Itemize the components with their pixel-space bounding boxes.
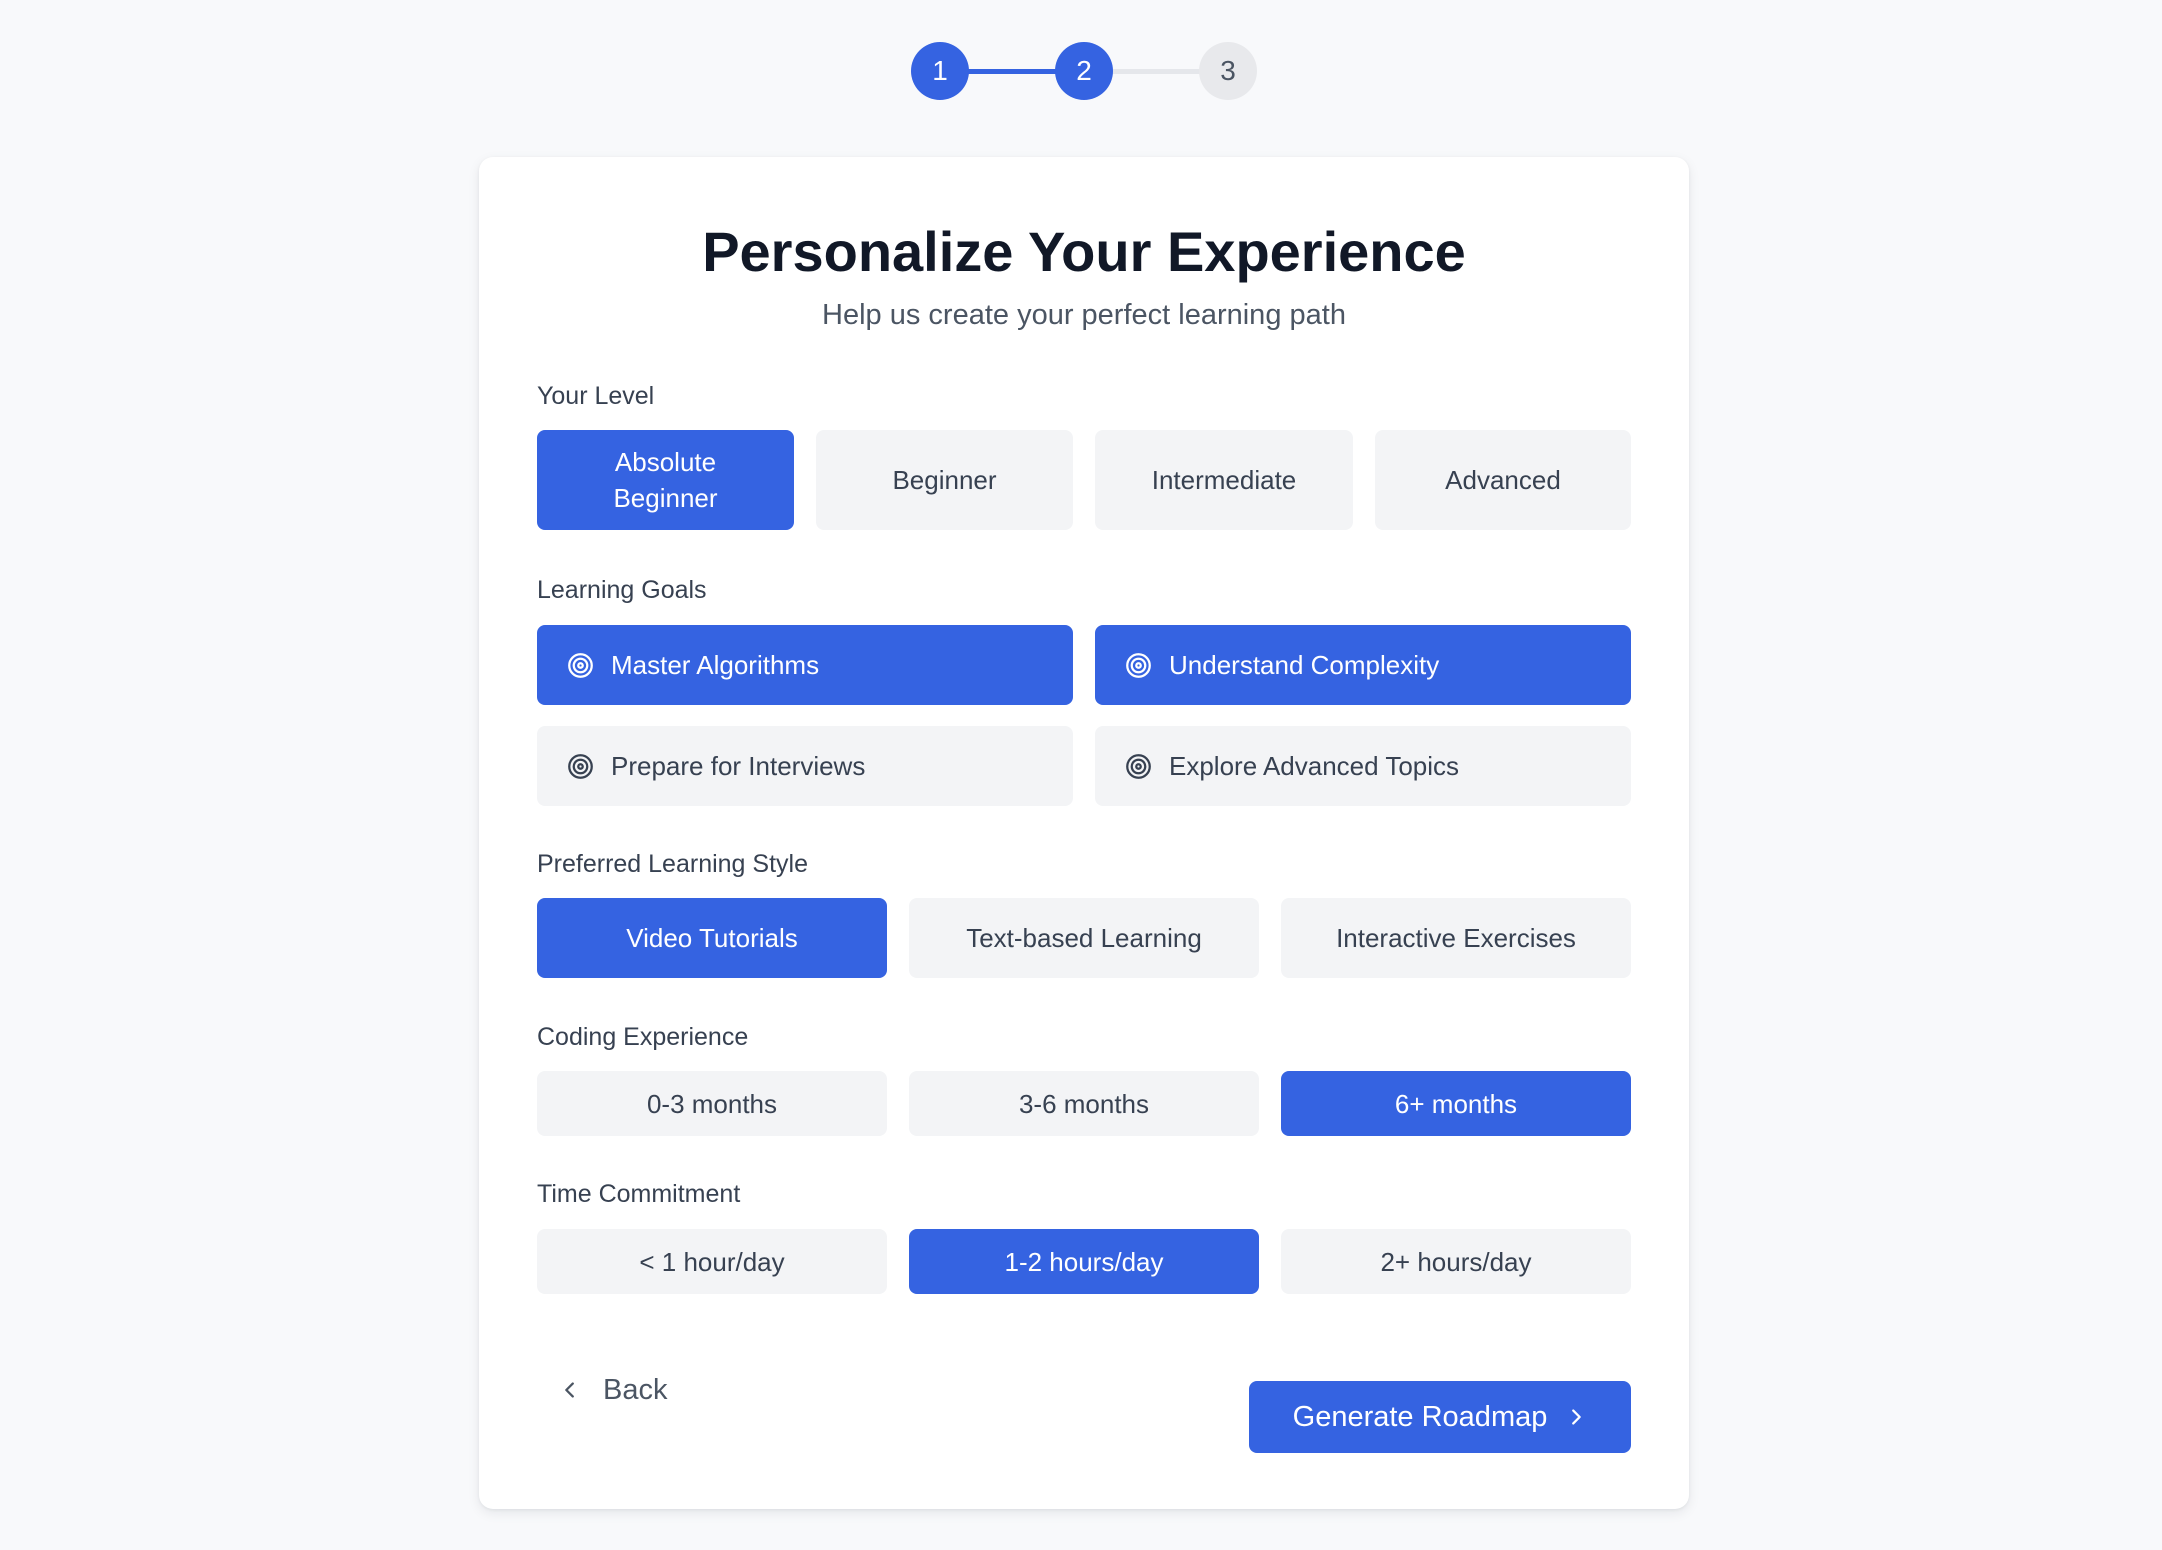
target-icon [1125, 652, 1152, 679]
experience-option-0-3[interactable]: 0-3 months [537, 1071, 887, 1136]
level-option-absolute-beginner[interactable]: Absolute Beginner [537, 430, 794, 530]
experience-option-3-6[interactable]: 3-6 months [909, 1071, 1259, 1136]
step-2-indicator: 2 [1055, 42, 1113, 100]
chevron-right-icon [1565, 1406, 1587, 1428]
chevron-left-icon [559, 1379, 581, 1401]
goal-option-explore-advanced[interactable]: Explore Advanced Topics [1095, 726, 1631, 806]
time-section-label: Time Commitment [537, 1180, 741, 1208]
back-button-label: Back [603, 1373, 668, 1406]
goal-option-prepare-interviews[interactable]: Prepare for Interviews [537, 726, 1073, 806]
goal-option-label: Understand Complexity [1169, 650, 1440, 680]
level-option-beginner[interactable]: Beginner [816, 430, 1073, 530]
goal-option-understand-complexity[interactable]: Understand Complexity [1095, 625, 1631, 705]
style-option-text[interactable]: Text-based Learning [909, 898, 1259, 978]
step-3-indicator: 3 [1199, 42, 1257, 100]
generate-roadmap-button[interactable]: Generate Roadmap [1249, 1381, 1631, 1453]
level-option-advanced[interactable]: Advanced [1375, 430, 1631, 530]
step-1-indicator: 1 [911, 42, 969, 100]
time-option-2-plus[interactable]: 2+ hours/day [1281, 1229, 1631, 1294]
page-subtitle: Help us create your perfect learning pat… [822, 299, 1346, 331]
target-icon [567, 753, 594, 780]
style-option-video[interactable]: Video Tutorials [537, 898, 887, 978]
target-icon [1125, 753, 1152, 780]
time-option-1-2[interactable]: 1-2 hours/day [909, 1229, 1259, 1294]
goal-option-label: Explore Advanced Topics [1169, 751, 1460, 781]
target-icon [567, 652, 594, 679]
goals-section-label: Learning Goals [537, 576, 707, 604]
progress-stepper: 1 2 3 [911, 42, 1257, 100]
level-option-intermediate[interactable]: Intermediate [1095, 430, 1353, 530]
goal-option-master-algorithms[interactable]: Master Algorithms [537, 625, 1073, 705]
back-button[interactable]: Back [559, 1365, 667, 1415]
style-section-label: Preferred Learning Style [537, 850, 808, 878]
personalization-card: Personalize Your Experience Help us crea… [479, 157, 1689, 1509]
level-section-label: Your Level [537, 382, 655, 410]
page-title: Personalize Your Experience [702, 220, 1466, 283]
style-option-interactive[interactable]: Interactive Exercises [1281, 898, 1631, 978]
goal-option-label: Prepare for Interviews [611, 751, 866, 781]
generate-roadmap-label: Generate Roadmap [1292, 1400, 1548, 1433]
experience-section-label: Coding Experience [537, 1023, 749, 1051]
experience-option-6-plus[interactable]: 6+ months [1281, 1071, 1631, 1136]
time-option-under-1[interactable]: < 1 hour/day [537, 1229, 887, 1294]
goal-option-label: Master Algorithms [611, 650, 820, 680]
